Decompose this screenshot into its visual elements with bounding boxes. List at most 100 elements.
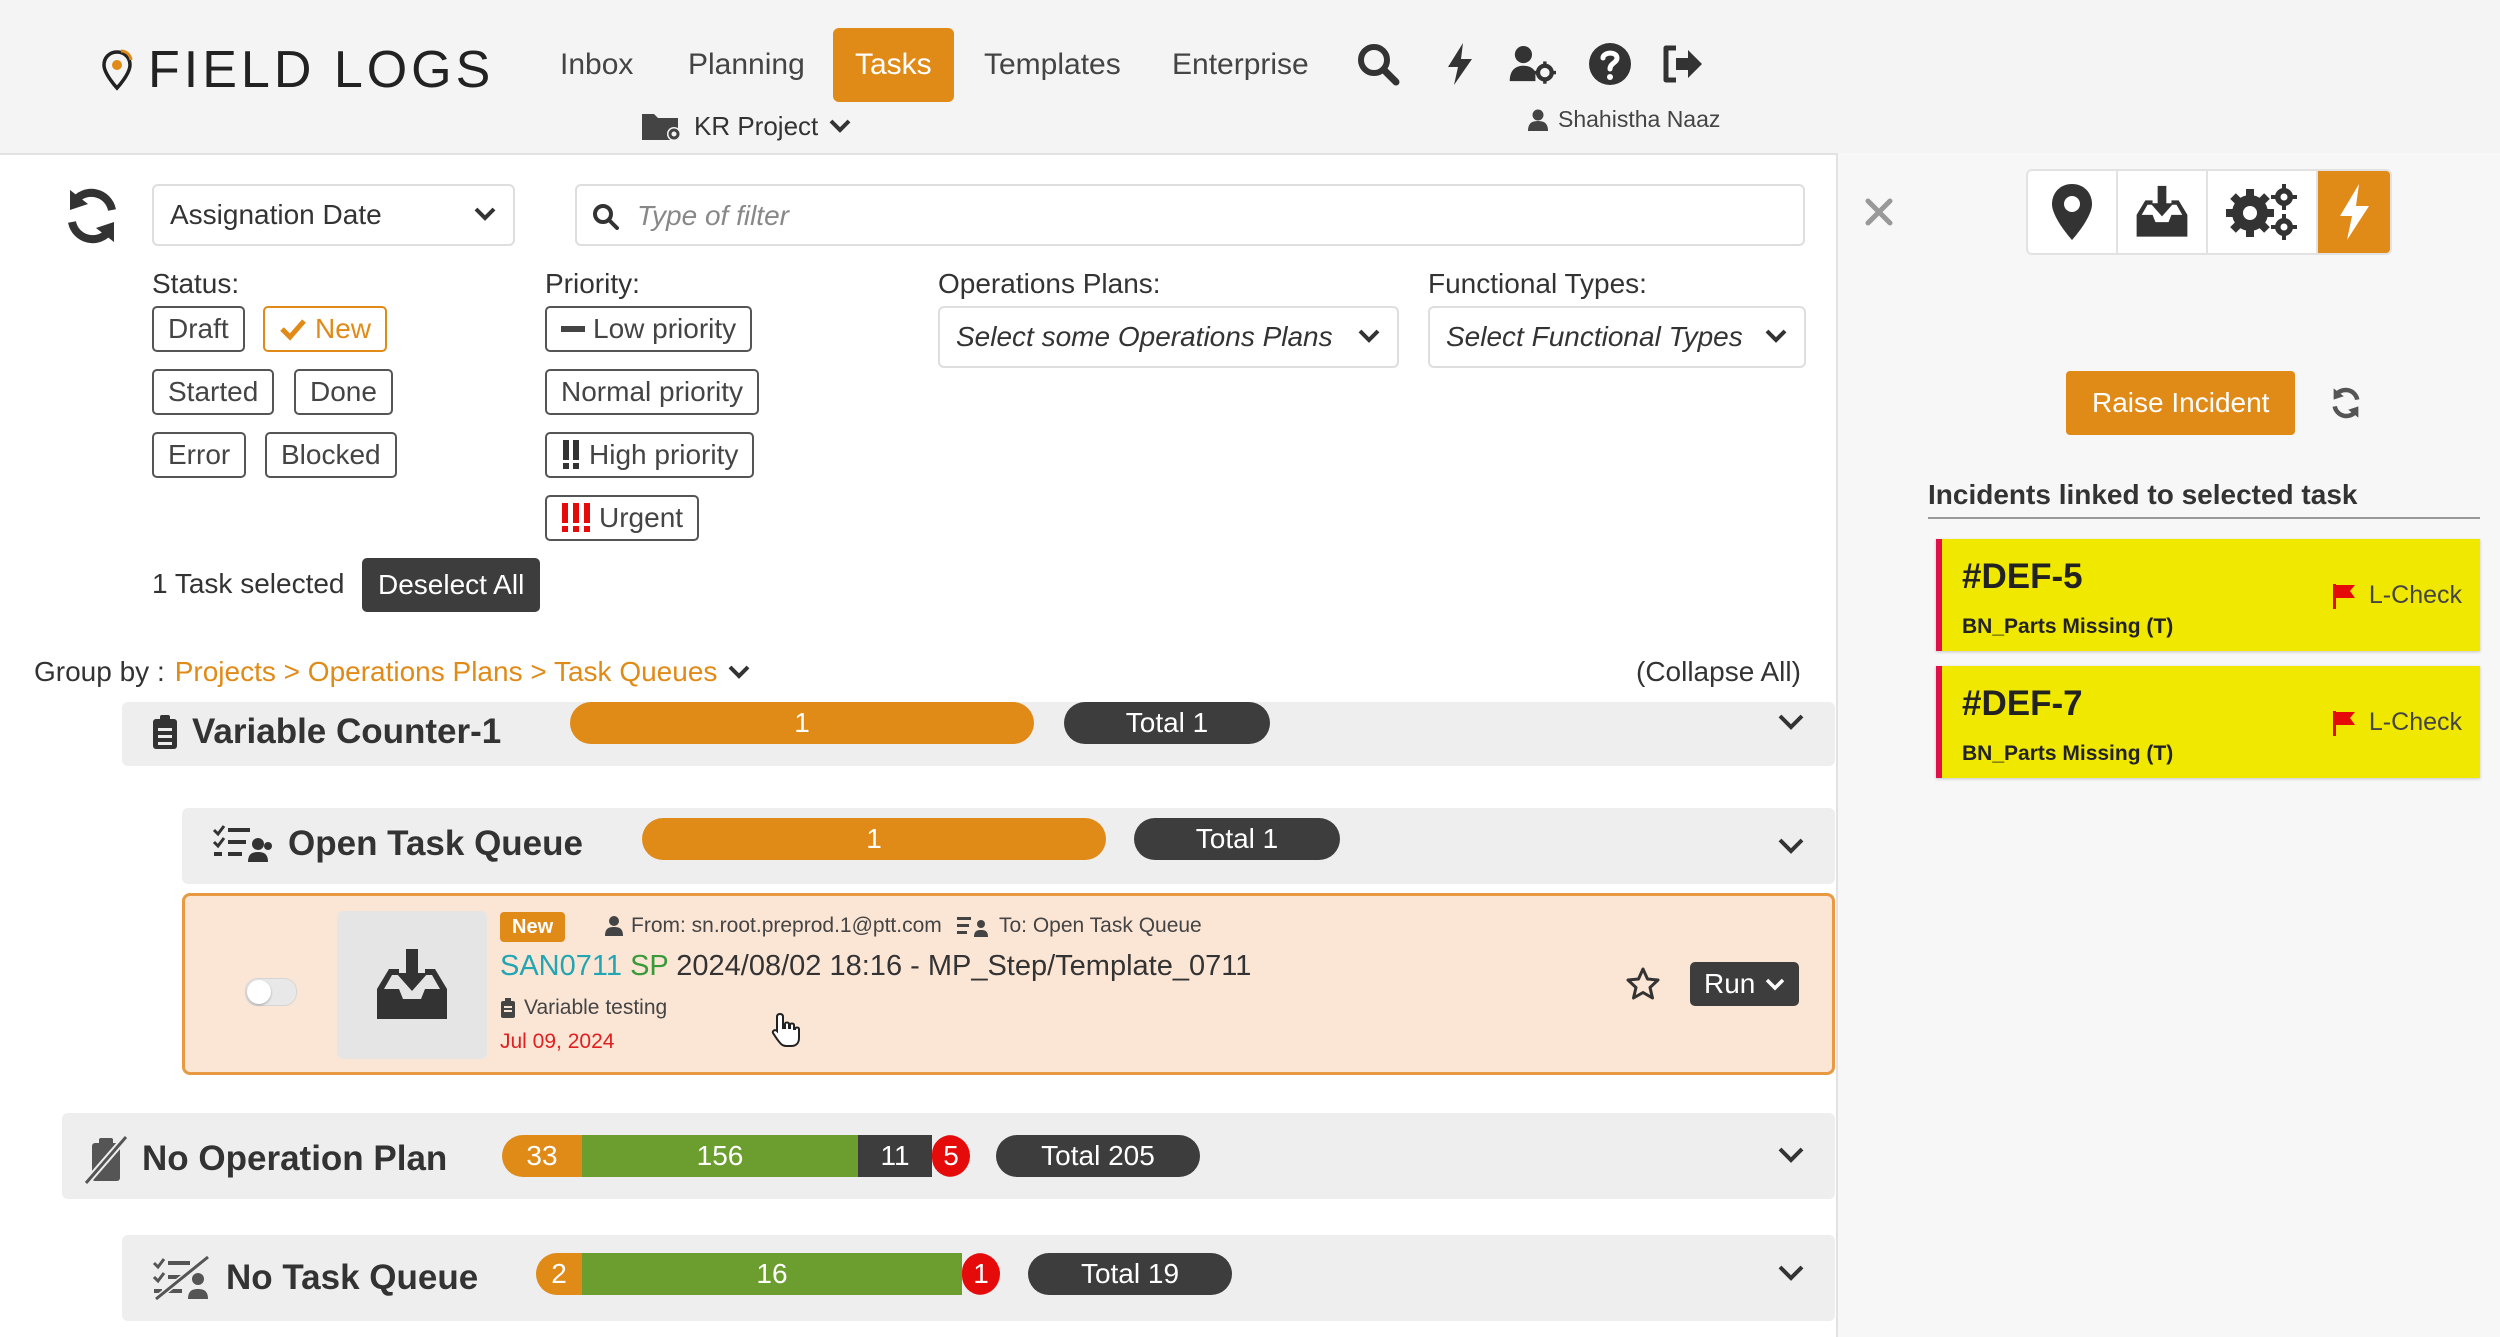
chevron-down-icon	[1358, 329, 1380, 343]
status-error-label: Error	[168, 439, 231, 470]
bolt-icon[interactable]	[1436, 40, 1484, 88]
count-pill: 1	[570, 702, 1034, 744]
incidents-tab[interactable]	[2318, 171, 2390, 253]
priority-high[interactable]: High priority	[545, 432, 755, 478]
project-selector[interactable]: KR Project	[640, 110, 852, 142]
priority-normal-label: Normal priority	[561, 376, 744, 407]
star-icon[interactable]	[1625, 966, 1661, 1002]
incidents-panel: Raise Incident Incidents linked to selec…	[1836, 153, 2500, 1337]
group-no-operation-plan[interactable]: No Operation Plan 33 156 11 5 Total 205	[62, 1113, 1835, 1199]
filter-search[interactable]	[575, 184, 1805, 246]
status-new[interactable]: New	[263, 306, 388, 352]
incident-tag: L-Check	[2331, 581, 2462, 610]
incident-name: BN_Parts Missing (T)	[1962, 742, 2174, 765]
count-pill: 1	[642, 818, 1106, 860]
total-pill: Total 19	[1028, 1253, 1232, 1295]
chevron-down-icon[interactable]	[1777, 836, 1805, 856]
inbox-download-icon	[2136, 185, 2188, 237]
group-variable-counter[interactable]: Variable Counter-1 1 Total 1	[122, 702, 1835, 766]
status-draft-label: Draft	[168, 313, 229, 344]
chevron-down-icon[interactable]	[1777, 712, 1805, 732]
segment-error: 1	[962, 1253, 1000, 1295]
group-open-task-queue[interactable]: Open Task Queue 1 Total 1	[182, 808, 1835, 884]
close-icon[interactable]	[1864, 197, 1894, 227]
run-button-label: Run	[1704, 968, 1756, 999]
search-icon[interactable]	[1354, 40, 1402, 88]
refresh-icon[interactable]	[60, 184, 124, 248]
chevron-down-icon	[1766, 978, 1785, 991]
incident-tag-text: L-Check	[2368, 708, 2462, 736]
status-blocked[interactable]: Blocked	[265, 432, 397, 478]
clipboard-slash-icon	[84, 1134, 128, 1185]
task-select-toggle[interactable]	[245, 978, 297, 1006]
chevron-down-icon	[474, 207, 496, 221]
nav-enterprise[interactable]: Enterprise	[1150, 28, 1331, 102]
task-card[interactable]: New From: sn.root.preprod.1@ptt.com To: …	[182, 893, 1835, 1075]
folder-settings-icon	[642, 114, 681, 141]
deselect-all-button[interactable]: Deselect All	[362, 558, 541, 612]
raise-incident-button[interactable]: Raise Incident	[2066, 371, 2296, 435]
inbox-tab[interactable]	[2118, 171, 2208, 253]
functional-types-select[interactable]: Select Functional Types	[1428, 306, 1806, 368]
priority-urgent[interactable]: Urgent	[545, 495, 700, 541]
incident-card[interactable]: #DEF-7 BN_Parts Missing (T) L-Check	[1936, 666, 2480, 778]
incident-card[interactable]: #DEF-5 BN_Parts Missing (T) L-Check	[1936, 539, 2480, 651]
user-settings-icon[interactable]	[1508, 40, 1556, 88]
nav-planning[interactable]: Planning	[666, 28, 827, 102]
refresh-icon[interactable]	[2328, 385, 2364, 421]
functional-types-placeholder: Select Functional Types	[1446, 321, 1743, 352]
priority-low[interactable]: Low priority	[545, 306, 753, 352]
incident-id: #DEF-7	[1962, 684, 2083, 723]
top-header: FIELD LOGS Inbox Planning Tasks Template…	[0, 0, 2500, 155]
incident-tag-text: L-Check	[2368, 581, 2462, 609]
settings-tab[interactable]	[2208, 171, 2318, 253]
group-title: No Operation Plan	[84, 1133, 447, 1185]
status-done[interactable]: Done	[294, 369, 393, 415]
flag-icon	[2332, 583, 2355, 609]
task-title[interactable]: SAN0711 SP 2024/08/02 18:16 - MP_Step/Te…	[500, 950, 1251, 983]
nav-templates[interactable]: Templates	[962, 28, 1143, 102]
status-error[interactable]: Error	[152, 432, 247, 478]
filter-search-input[interactable]	[635, 192, 1779, 240]
group-by[interactable]: Group by : Projects > Operations Plans >…	[34, 656, 751, 688]
task-title-text: 2024/08/02 18:16 - MP_Step/Template_0711	[676, 950, 1252, 982]
sort-select[interactable]: Assignation Date	[152, 184, 515, 246]
location-tab[interactable]	[2028, 171, 2118, 253]
logout-icon[interactable]	[1658, 40, 1706, 88]
project-name: KR Project	[694, 110, 819, 141]
map-marker-icon	[2052, 184, 2092, 240]
collapse-all-link[interactable]: (Collapse All)	[1636, 656, 1801, 688]
segment-new: 2	[536, 1253, 582, 1295]
status-label: Status:	[152, 268, 240, 299]
nav-inbox[interactable]: Inbox	[538, 28, 655, 102]
task-description-text: Variable testing	[524, 996, 668, 1019]
user-icon	[1528, 109, 1548, 131]
group-title-text: No Operation Plan	[142, 1139, 448, 1178]
clipboard-icon	[501, 998, 515, 1018]
panel-toolbar	[2026, 169, 2392, 255]
brand-logo[interactable]: FIELD LOGS	[100, 40, 494, 100]
operations-plans-select[interactable]: Select some Operations Plans	[938, 306, 1399, 368]
double-exclamation-icon	[563, 440, 579, 469]
priority-normal[interactable]: Normal priority	[545, 369, 760, 415]
chevron-down-icon[interactable]	[1777, 1263, 1805, 1283]
chevron-down-icon	[1765, 329, 1787, 343]
group-title-text: No Task Queue	[226, 1258, 479, 1297]
clipboard-icon	[153, 715, 177, 749]
group-by-path[interactable]: Projects > Operations Plans > Task Queue…	[175, 656, 718, 688]
incidents-heading: Incidents linked to selected task	[1928, 479, 2480, 519]
status-started[interactable]: Started	[152, 369, 275, 415]
task-from-text: From: sn.root.preprod.1@ptt.com	[631, 914, 942, 937]
status-draft[interactable]: Draft	[152, 306, 245, 352]
priority-label: Priority:	[545, 268, 640, 299]
search-icon	[593, 204, 619, 230]
chevron-down-icon[interactable]	[1777, 1145, 1805, 1165]
nav-tasks[interactable]: Tasks	[833, 28, 954, 102]
task-list-users-icon	[212, 825, 272, 862]
toggle-knob	[247, 980, 271, 1004]
run-button[interactable]: Run	[1690, 962, 1800, 1006]
segment-new: 33	[502, 1135, 582, 1177]
help-icon[interactable]	[1586, 40, 1634, 88]
group-no-task-queue[interactable]: No Task Queue 2 16 1 Total 19	[122, 1235, 1835, 1321]
user-name: Shahistha Naaz	[1558, 106, 1721, 132]
